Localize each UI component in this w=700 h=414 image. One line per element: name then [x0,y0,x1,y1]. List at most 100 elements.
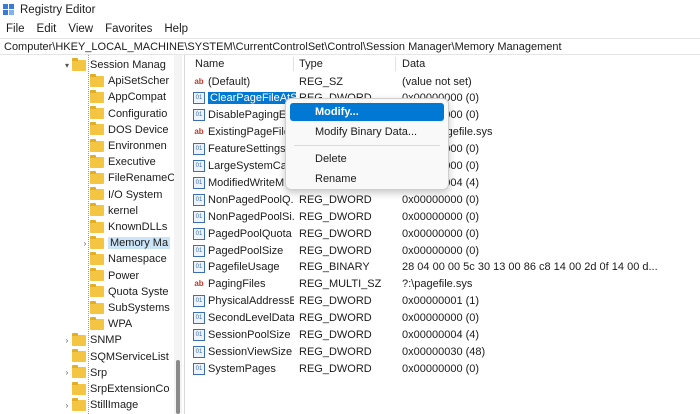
value-type: REG_DWORD [299,362,372,375]
column-type-header[interactable]: Type [299,55,323,73]
binary-value-icon: 01 [193,160,205,172]
value-row[interactable]: 01PhysicalAddressE... REG_DWORD 0x00000001… [190,293,700,310]
folder-icon [90,235,104,249]
value-row[interactable]: 01 SystemPages REG_DWORD 0x00000000 (0) [190,360,700,377]
menu-favorites[interactable]: Favorites [99,23,158,35]
value-name: PagefileUsage [208,261,280,274]
value-name: SecondLevelData... [208,312,294,325]
value-row[interactable]: 01 PagedPoolSize REG_DWORD 0x00000000 (0) [190,242,700,259]
tree-item-label: SrpExtensionCo [90,383,170,395]
value-type: REG_DWORD [299,329,372,341]
tree-item-label: SNMP [90,334,122,347]
expand-arrow-icon[interactable]: › [62,368,72,377]
tree-item[interactable]: › StillImage [0,396,184,414]
address-bar[interactable]: Computer\HKEY_LOCAL_MACHINE\SYSTEM\Curre… [0,38,700,55]
column-divider[interactable] [293,57,294,71]
tree-item-label: I/O System [108,188,163,201]
folder-icon [72,349,86,363]
tree-item-label: Power [108,269,140,282]
expand-arrow-icon[interactable]: ▾ [62,61,72,70]
binary-value-icon: 01 [193,176,205,189]
folder-icon [90,268,104,282]
value-name: PagedPoolSize [208,244,284,257]
folder-icon [90,251,104,265]
title-bar: Registry Editor [0,0,700,20]
binary-value-icon: 01 [193,295,205,308]
value-row[interactable]: ab PagingFiles REG_MULTI_SZ ?:\pagefile.sys [190,276,700,293]
binary-value-icon: 01 [193,143,205,156]
menu-separator [294,145,440,146]
binary-value-icon: 01 [193,312,205,325]
value-type: REG_DWORD [299,345,372,358]
column-divider[interactable] [395,57,396,71]
menu-file[interactable]: File [0,23,31,35]
value-row[interactable]: 01 NonPagedPoolQ... REG_DWORD 0x00000000 (0… [190,191,700,208]
expand-arrow-icon[interactable]: › [62,336,72,345]
column-data-header[interactable]: Data [402,55,425,73]
folder-icon [90,203,104,217]
value-row[interactable]: 01 SessionPoolSize REG_DWORD 0x00000004 (4) [190,327,700,344]
folder-icon [72,381,86,395]
value-type: REG_DWORD [299,295,372,308]
value-name: NonPagedPoolSi... [208,210,294,223]
menu-edit[interactable]: Edit [31,23,63,35]
value-row[interactable]: 01 NonPagedPoolSi... REG_DWORD 0x00000000 (… [190,208,700,225]
value-data: 0x00000000 (0) [402,244,480,257]
value-data: ?:\pagefile.sys [402,278,473,291]
folder-icon [72,397,86,411]
tree-item-label: Configuratio [108,107,168,120]
menu-help[interactable]: Help [158,23,194,35]
tree-item-label: SQMServiceList [90,350,169,363]
value-name: DisablePagingEx [208,109,292,122]
binary-value-icon: 01 [193,109,205,122]
folder-icon [90,300,104,314]
binary-value-icon: 01 [193,329,205,341]
folder-icon [90,219,104,233]
tree-item-label: kernel [108,204,138,217]
scrollbar-thumb[interactable] [176,360,180,414]
string-value-icon: ab [194,279,204,289]
tree-scrollbar[interactable] [174,55,182,414]
modify-binary-menu-item[interactable]: Modify Binary Data... [290,123,444,141]
value-data: 0x00000000 (0) [402,227,480,240]
value-name: ExistingPageFiles [208,126,294,139]
tree-item-label: StillImage [90,399,139,412]
value-type: REG_DWORD [299,193,372,206]
menu-view[interactable]: View [62,23,99,35]
folder-icon [90,122,104,136]
value-name: LargeSystemCac [208,160,293,172]
address-path[interactable]: Computer\HKEY_LOCAL_MACHINE\SYSTEM\Curre… [4,41,562,53]
expand-arrow-icon[interactable]: › [80,239,90,248]
tree-item-label: Quota Syste [108,285,169,298]
tree-item-label: Executive [108,156,156,169]
folder-icon [90,170,104,184]
folder-icon [72,57,86,71]
value-data: 0x00000030 (48) [402,345,486,358]
value-name: SystemPages [208,362,276,375]
expand-arrow-icon[interactable]: › [62,401,72,410]
value-data: 0x00000000 (0) [402,312,480,325]
value-name: PagingFiles [208,278,266,291]
rename-menu-item[interactable]: Rename [290,170,444,188]
value-name: NonPagedPoolQ... [208,193,294,206]
folder-icon [90,89,104,103]
value-name: FeatureSettings [208,143,286,156]
value-row[interactable]: 01SecondLevelData... REG_DWORD 0x00000000 … [190,310,700,327]
context-menu: Modify... Modify Binary Data... Delete R… [285,98,449,190]
value-name: SessionViewSize [208,345,293,358]
folder-icon [90,154,104,168]
value-row[interactable]: 01 PagefileUsage REG_BINARY 28 04 00 00 5c … [190,259,700,276]
modify-menu-item[interactable]: Modify... [290,103,444,121]
tree-item-label: Namespace [108,253,167,266]
value-type: REG_BINARY [299,261,370,274]
column-name-header[interactable]: Name [195,55,224,73]
value-row[interactable]: ab (Default) REG_SZ (value not set) [190,73,700,90]
value-data: 0x00000000 (0) [402,210,480,223]
tree-item-label: Environmen [108,140,167,152]
tree-item-label: SubSystems [108,302,170,314]
value-row[interactable]: 01 PagedPoolQuota REG_DWORD 0x00000000 (0) [190,225,700,242]
value-row[interactable]: 01 SessionViewSize REG_DWORD 0x00000030 (48… [190,343,700,360]
tree-item-label: DOS Device [108,123,169,136]
delete-menu-item[interactable]: Delete [290,150,444,168]
folder-icon [72,332,86,346]
